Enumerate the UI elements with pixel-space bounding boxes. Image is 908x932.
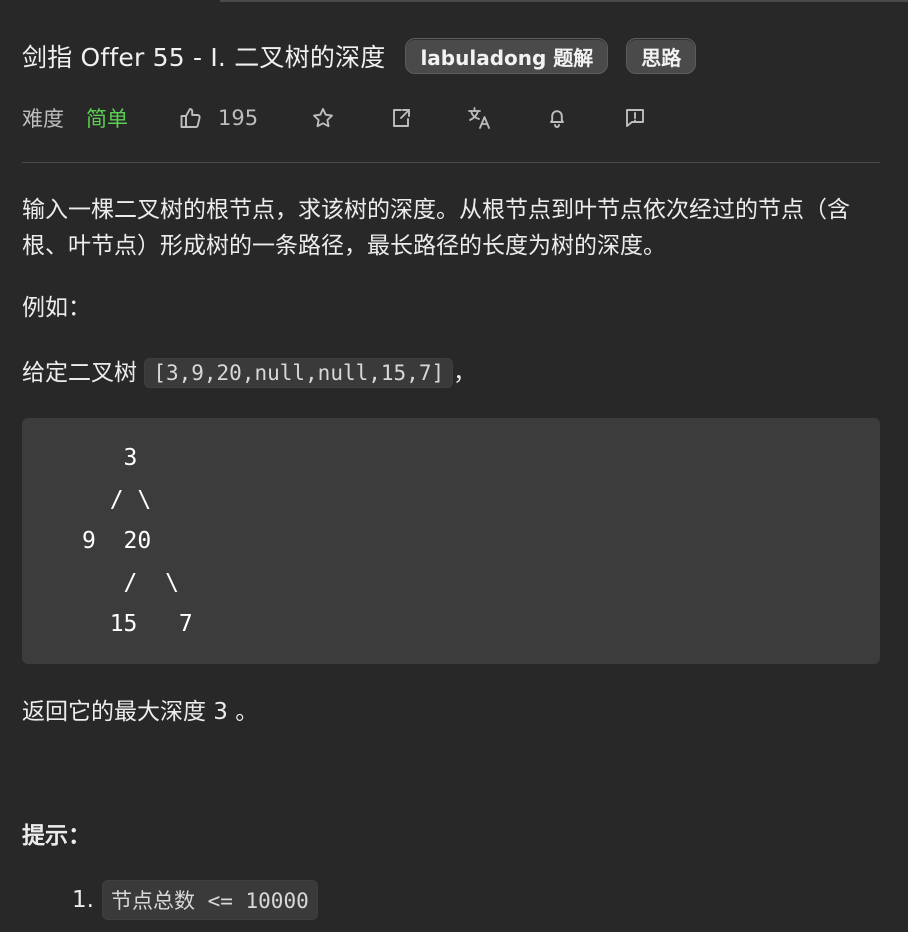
constraints-list: 1. 节点总数 <= 10000 xyxy=(72,880,318,920)
thumbs-up-icon[interactable] xyxy=(178,105,204,131)
hint-title: 提示： xyxy=(22,823,91,849)
difficulty-value: 简单 xyxy=(86,107,128,131)
list-item-number: 1. xyxy=(72,887,94,913)
tree-diagram-code-block: 3 / \ 9 20 / \ 15 7 xyxy=(22,418,880,664)
meta-divider xyxy=(22,162,880,163)
top-divider xyxy=(220,0,908,2)
given-tree-line: 给定二叉树 [3,9,20,null,null,15,7]， xyxy=(22,355,886,391)
problem-page: 剑指 Offer 55 - I. 二叉树的深度 labuladong 题解 思路… xyxy=(0,0,908,932)
difficulty-label: 难度 xyxy=(22,107,64,131)
constraint-limit: <= 10000 xyxy=(194,889,309,913)
problem-description: 输入一棵二叉树的根节点，求该树的深度。从根节点到叶节点依次经过的节点（含根、叶节… xyxy=(22,197,850,259)
given-tree-suffix: ， xyxy=(453,360,477,386)
bell-icon[interactable] xyxy=(544,105,570,131)
tree-array-code: [3,9,20,null,null,15,7] xyxy=(144,358,454,388)
given-tree-prefix: 给定二叉树 xyxy=(22,360,137,386)
return-depth-text: 返回它的最大深度 3 。 xyxy=(22,699,259,725)
likes-count: 195 xyxy=(218,106,259,130)
problem-title: 剑指 Offer 55 - I. 二叉树的深度 xyxy=(22,43,386,72)
tag-hint[interactable]: 思路 xyxy=(626,38,697,74)
problem-meta: 难度 简单 195 xyxy=(22,102,648,134)
example-label: 例如： xyxy=(22,295,91,321)
constraint-code: 节点总数 <= 10000 xyxy=(101,880,318,920)
tag-labuladong-solution[interactable]: labuladong 题解 xyxy=(405,38,609,74)
star-icon[interactable] xyxy=(310,105,336,131)
constraint-text: 节点总数 xyxy=(110,889,195,913)
feedback-icon[interactable] xyxy=(622,105,648,131)
problem-header: 剑指 Offer 55 - I. 二叉树的深度 labuladong 题解 思路 xyxy=(22,38,697,74)
translate-icon[interactable] xyxy=(466,105,492,131)
share-icon[interactable] xyxy=(388,105,414,131)
